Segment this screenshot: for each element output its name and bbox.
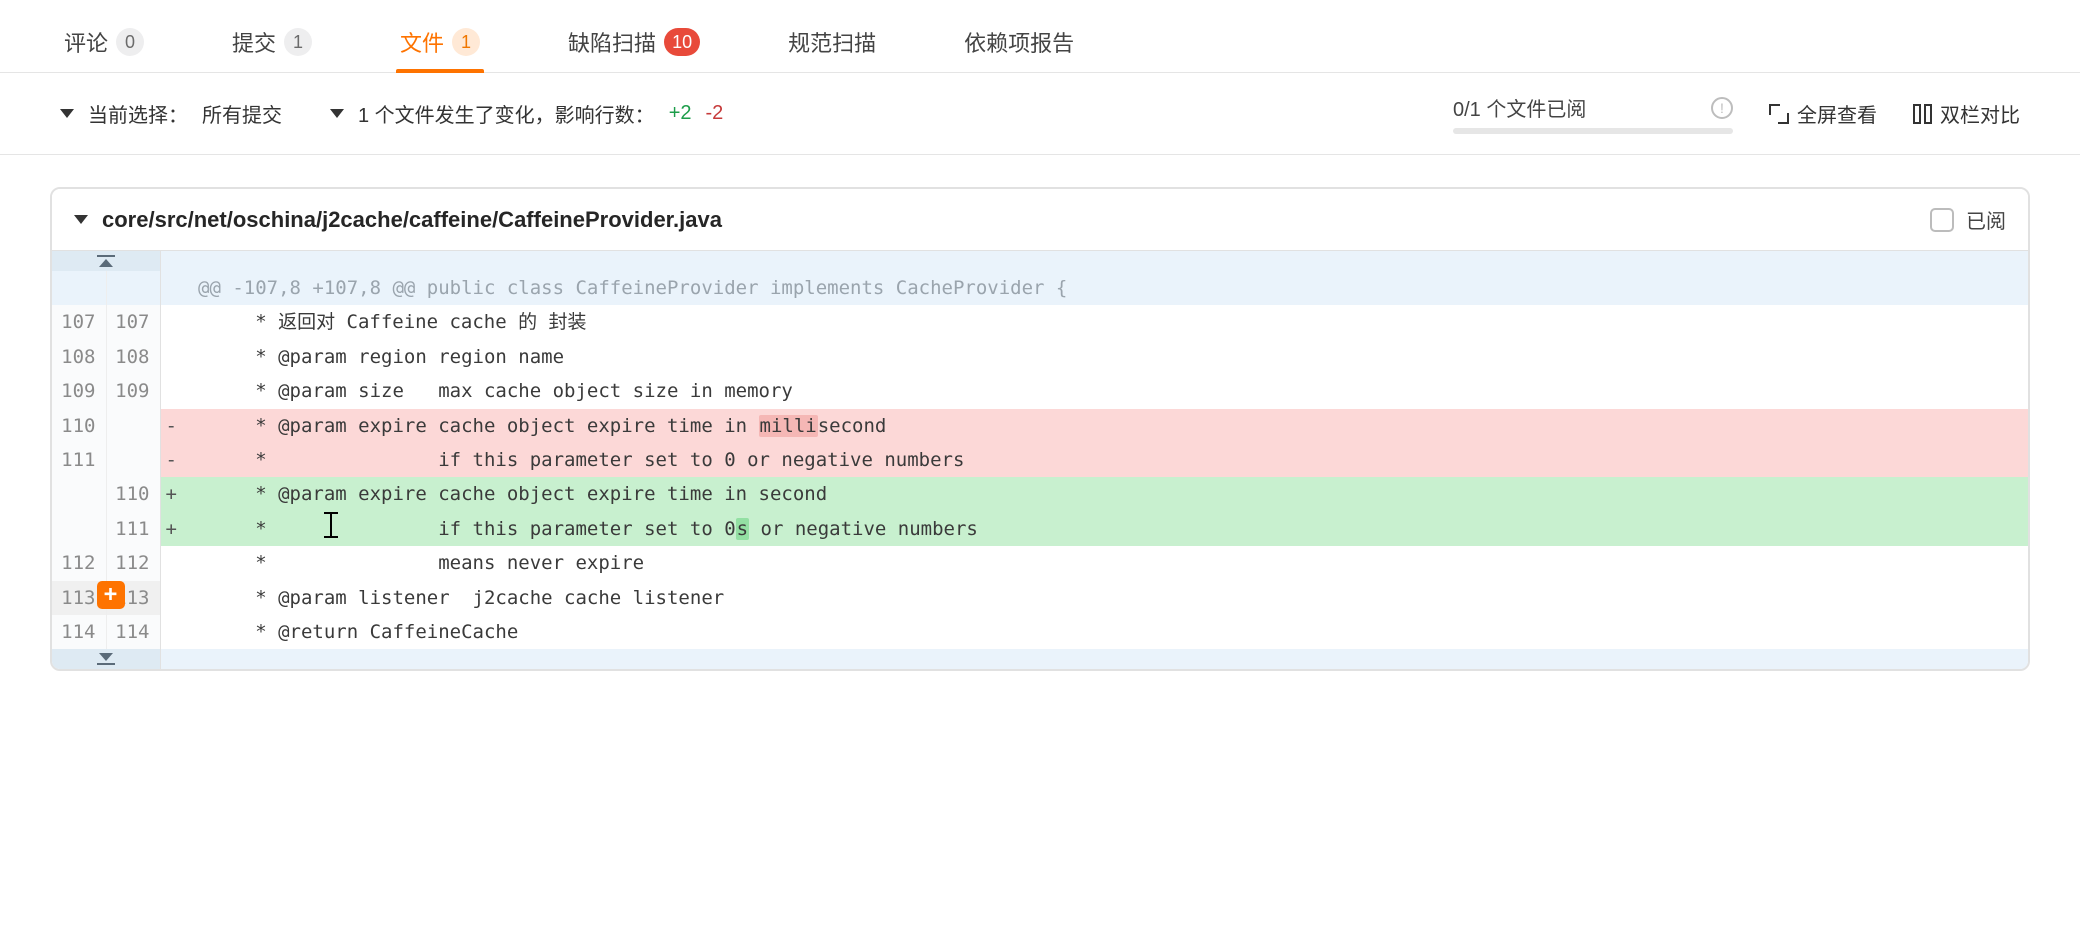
text-cursor-icon (324, 512, 338, 538)
info-icon[interactable]: ! (1711, 97, 1733, 119)
current-select-value[interactable]: 所有提交 (202, 99, 282, 128)
code-content[interactable]: * @param size max cache object size in m… (182, 374, 2028, 408)
new-line-no: 107 (106, 305, 160, 339)
tab-dependency-report[interactable]: 依赖项报告 (960, 16, 1078, 72)
diff-line[interactable]: 114114 * @return CaffeineCache (52, 615, 2028, 649)
old-line-no: 110 (52, 409, 106, 443)
new-line-no: 112 (106, 546, 160, 580)
old-line-no (52, 477, 106, 511)
new-line-no: 108 (106, 340, 160, 374)
diff-line[interactable]: 111 - * if this parameter set to 0 or neg… (52, 443, 2028, 477)
diff-marker (160, 305, 182, 339)
diff-marker: + (160, 477, 182, 511)
tab-count-badge: 1 (452, 28, 480, 56)
diff-line[interactable]: 111+ * if this parameter set to 0s or ne… (52, 512, 2028, 546)
new-line-no: 113+ (106, 581, 160, 615)
old-line-no: 107 (52, 305, 106, 339)
old-line-no: 112 (52, 546, 106, 580)
diff-line[interactable]: 113113+ * @param listener j2cache cache … (52, 581, 2028, 615)
hunk-header: @@ -107,8 +107,8 @@ public class Caffein… (52, 271, 2028, 305)
tab-commits[interactable]: 提交 1 (228, 16, 316, 72)
diff-marker (160, 546, 182, 580)
diff-marker (160, 374, 182, 408)
diff-line[interactable]: 109109 * @param size max cache object si… (52, 374, 2028, 408)
tab-count-badge: 1 (284, 28, 312, 56)
code-content[interactable]: * 返回对 Caffeine cache 的 封装 (182, 305, 2028, 339)
diff-line[interactable]: 110 - * @param expire cache object expire… (52, 409, 2028, 443)
lines-deleted: -2 (706, 102, 724, 125)
tab-count-badge: 10 (664, 28, 700, 56)
hunk-text: @@ -107,8 +107,8 @@ public class Caffein… (182, 271, 2028, 305)
old-line-no: 108 (52, 340, 106, 374)
new-line-no (106, 443, 160, 477)
tab-lint-scan[interactable]: 规范扫描 (784, 16, 880, 72)
new-line-no (106, 409, 160, 443)
tab-label: 评论 (64, 26, 108, 58)
diff-line[interactable]: 110+ * @param expire cache object expire… (52, 477, 2028, 511)
split-view-button[interactable]: 双栏对比 (1913, 99, 2020, 128)
old-line-no: 109 (52, 374, 106, 408)
progress-bar (1453, 128, 1733, 134)
change-summary: 1 个文件发生了变化，影响行数： (358, 99, 655, 128)
new-line-no: 114 (106, 615, 160, 649)
tab-files[interactable]: 文件 1 (396, 16, 484, 72)
button-label: 全屏查看 (1797, 99, 1877, 128)
diff-marker: + (160, 512, 182, 546)
tab-comments[interactable]: 评论 0 (60, 16, 148, 72)
file-path: core/src/net/oschina/j2cache/caffeine/Ca… (102, 207, 722, 233)
dropdown-icon[interactable] (60, 109, 74, 118)
tab-label: 缺陷扫描 (568, 26, 656, 58)
add-comment-button[interactable]: + (97, 581, 125, 609)
read-checkbox[interactable] (1930, 208, 1954, 232)
old-line-no: 111 (52, 443, 106, 477)
read-label: 已阅 (1966, 205, 2006, 234)
progress-text: 0/1 个文件已阅 (1453, 93, 1586, 122)
tab-label: 规范扫描 (788, 26, 876, 58)
code-content[interactable]: * @param expire cache object expire time… (182, 409, 2028, 443)
new-line-no: 110 (106, 477, 160, 511)
expand-down[interactable] (52, 649, 2028, 669)
new-line-no: 109 (106, 374, 160, 408)
code-content[interactable]: * @param expire cache object expire time… (182, 477, 2028, 511)
read-progress: 0/1 个文件已阅 ! (1453, 93, 1733, 134)
button-label: 双栏对比 (1940, 99, 2020, 128)
split-icon (1913, 104, 1932, 124)
tab-label: 文件 (400, 26, 444, 58)
code-content[interactable]: * if this parameter set to 0 or negative… (182, 443, 2028, 477)
dropdown-icon[interactable] (330, 109, 344, 118)
tab-defect-scan[interactable]: 缺陷扫描 10 (564, 16, 704, 72)
diff-highlight: milli (759, 415, 818, 437)
current-select-label: 当前选择： (88, 99, 188, 128)
diff-file: core/src/net/oschina/j2cache/caffeine/Ca… (50, 187, 2030, 671)
fullscreen-icon (1769, 104, 1789, 124)
code-content[interactable]: * if this parameter set to 0s or negativ… (182, 512, 2028, 546)
diff-marker: - (160, 409, 182, 443)
tab-label: 依赖项报告 (964, 26, 1074, 58)
fullscreen-button[interactable]: 全屏查看 (1769, 99, 1877, 128)
diff-marker (160, 340, 182, 374)
collapse-icon[interactable] (74, 215, 88, 224)
diff-table: @@ -107,8 +107,8 @@ public class Caffein… (52, 251, 2028, 669)
file-header[interactable]: core/src/net/oschina/j2cache/caffeine/Ca… (52, 189, 2028, 251)
lines-added: +2 (669, 102, 692, 125)
tab-count-badge: 0 (116, 28, 144, 56)
diff-line[interactable]: 108108 * @param region region name (52, 340, 2028, 374)
new-line-no: 111 (106, 512, 160, 546)
diff-highlight: s (736, 518, 749, 540)
old-line-no (52, 512, 106, 546)
tabs-bar: 评论 0 提交 1 文件 1 缺陷扫描 10 规范扫描 依赖项报告 (0, 0, 2080, 73)
diff-marker (160, 615, 182, 649)
code-content[interactable]: * means never expire (182, 546, 2028, 580)
diff-line[interactable]: 107107 * 返回对 Caffeine cache 的 封装 (52, 305, 2028, 339)
diff-marker: - (160, 443, 182, 477)
old-line-no: 114 (52, 615, 106, 649)
code-content[interactable]: * @param listener j2cache cache listener (182, 581, 2028, 615)
code-content[interactable]: * @return CaffeineCache (182, 615, 2028, 649)
code-content[interactable]: * @param region region name (182, 340, 2028, 374)
diff-line[interactable]: 112112 * means never expire (52, 546, 2028, 580)
expand-up[interactable] (52, 251, 2028, 271)
diff-marker (160, 581, 182, 615)
diff-toolbar: 当前选择： 所有提交 1 个文件发生了变化，影响行数： +2 -2 0/1 个文… (0, 73, 2080, 155)
tab-label: 提交 (232, 26, 276, 58)
